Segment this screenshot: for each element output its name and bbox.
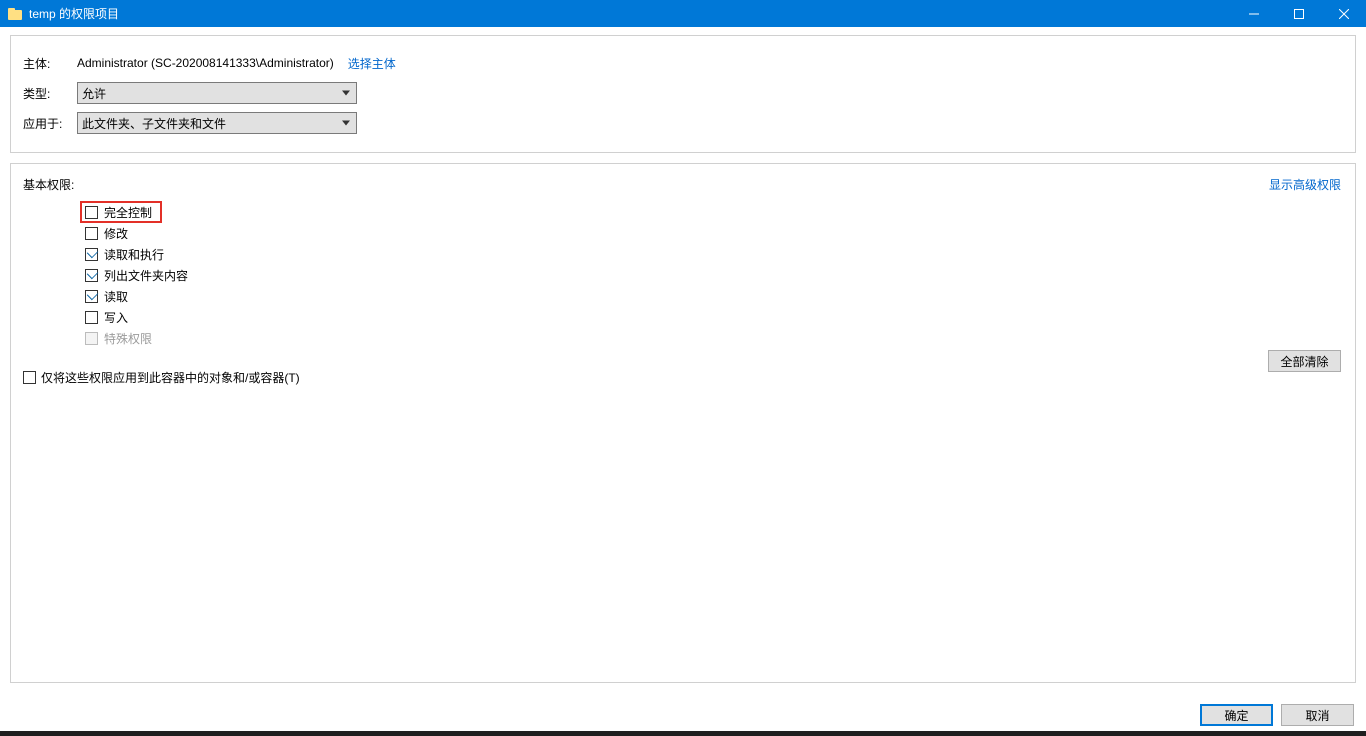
permissions-panel: 基本权限: 显示高级权限 完全控制修改读取和执行列出文件夹内容读取写入特殊权限 … (10, 163, 1356, 683)
permission-item: 读取和执行 (85, 244, 1343, 265)
type-combo[interactable]: 允许 (77, 82, 357, 104)
chevron-down-icon (342, 91, 350, 96)
permission-checkbox[interactable] (85, 227, 98, 240)
principal-panel: 主体: Administrator (SC-202008141333\Admin… (10, 35, 1356, 153)
permissions-list: 完全控制修改读取和执行列出文件夹内容读取写入特殊权限 (85, 201, 1343, 349)
client-area: 主体: Administrator (SC-202008141333\Admin… (0, 27, 1366, 736)
dialog-footer: 确定 取消 (1200, 704, 1354, 726)
folder-icon (8, 8, 22, 20)
type-label: 类型: (23, 85, 75, 102)
maximize-button[interactable] (1276, 0, 1321, 27)
show-advanced-link[interactable]: 显示高级权限 (1269, 176, 1341, 193)
applies-combo[interactable]: 此文件夹、子文件夹和文件 (77, 112, 357, 134)
applies-row: 应用于: 此文件夹、子文件夹和文件 (23, 110, 1343, 136)
permission-checkbox[interactable] (85, 248, 98, 261)
principal-row: 主体: Administrator (SC-202008141333\Admin… (23, 50, 1343, 76)
permission-checkbox[interactable] (85, 269, 98, 282)
clear-all-container: 全部清除 (1268, 350, 1341, 372)
select-principal-link[interactable]: 选择主体 (348, 55, 396, 72)
title-bar: temp 的权限项目 (0, 0, 1366, 27)
chevron-down-icon (342, 121, 350, 126)
permission-checkbox[interactable] (85, 290, 98, 303)
taskbar (0, 731, 1366, 736)
permission-label: 写入 (104, 309, 128, 326)
permission-item: 特殊权限 (85, 328, 1343, 349)
permission-item: 写入 (85, 307, 1343, 328)
minimize-button[interactable] (1231, 0, 1276, 27)
permission-checkbox[interactable] (85, 311, 98, 324)
applies-combo-value: 此文件夹、子文件夹和文件 (82, 115, 226, 132)
type-combo-value: 允许 (82, 85, 106, 102)
permission-item: 修改 (85, 223, 1343, 244)
window-controls (1231, 0, 1366, 27)
principal-label: 主体: (23, 55, 75, 72)
type-row: 类型: 允许 (23, 80, 1343, 106)
clear-all-button[interactable]: 全部清除 (1268, 350, 1341, 372)
close-button[interactable] (1321, 0, 1366, 27)
permission-item: 列出文件夹内容 (85, 265, 1343, 286)
permission-label: 特殊权限 (104, 330, 152, 347)
permission-item: 读取 (85, 286, 1343, 307)
principal-value: Administrator (SC-202008141333\Administr… (77, 56, 334, 70)
permission-checkbox (85, 332, 98, 345)
apply-only-row: 仅将这些权限应用到此容器中的对象和/或容器(T) (23, 369, 1343, 386)
permission-label: 列出文件夹内容 (104, 267, 188, 284)
cancel-button[interactable]: 取消 (1281, 704, 1354, 726)
applies-label: 应用于: (23, 115, 75, 132)
permission-label: 读取 (104, 288, 128, 305)
permission-label: 完全控制 (104, 204, 152, 221)
apply-only-checkbox[interactable] (23, 371, 36, 384)
ok-button[interactable]: 确定 (1200, 704, 1273, 726)
permission-label: 修改 (104, 225, 128, 242)
apply-only-label: 仅将这些权限应用到此容器中的对象和/或容器(T) (41, 369, 300, 386)
basic-permissions-label: 基本权限: (23, 176, 1343, 193)
window-title: temp 的权限项目 (29, 5, 119, 22)
permission-label: 读取和执行 (104, 246, 164, 263)
permission-checkbox[interactable] (85, 206, 98, 219)
permission-item: 完全控制 (80, 201, 162, 223)
